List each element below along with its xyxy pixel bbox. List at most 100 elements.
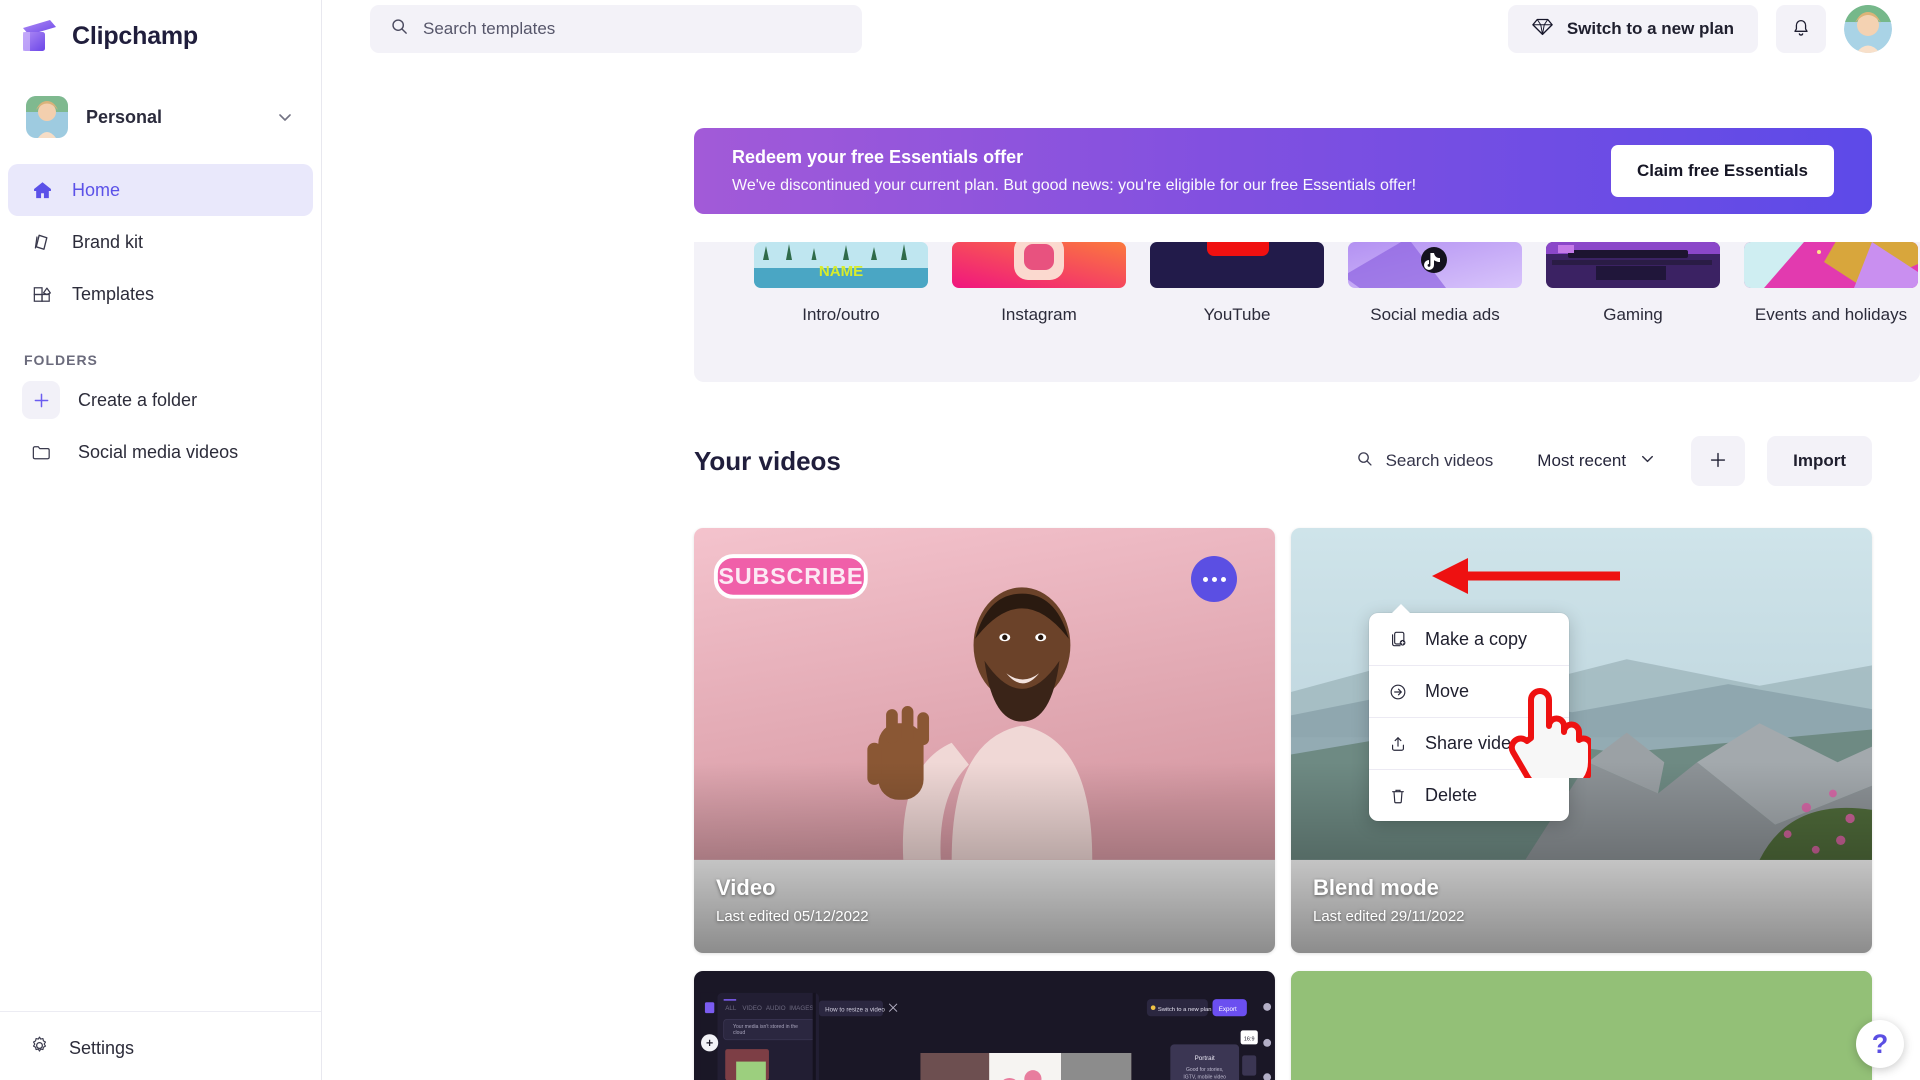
svg-text:How to resize a video: How to resize a video [825,1007,885,1014]
share-upload-icon [1387,733,1409,755]
template-thumb [952,242,1126,288]
template-category-events-and-holidays[interactable]: Events and holidays [1732,242,1920,325]
svg-text:Good for stories,: Good for stories, [1186,1067,1223,1073]
notifications-button[interactable] [1776,5,1826,53]
sidebar-item-brand-kit[interactable]: Brand kit [8,216,313,268]
folder-icon [22,433,60,471]
template-categories-row: NAME Intro/outro Instagram YouTube Socia… [694,242,1920,325]
move-arrow-icon [1387,681,1409,703]
topbar: Search templates Switch to a new plan [322,0,1920,58]
svg-text:Portrait: Portrait [1195,1055,1215,1062]
video-card[interactable] [1291,971,1872,1080]
search-templates-input[interactable]: Search templates [370,5,862,53]
your-videos-header: Your videos Search videos Most recent Im… [694,430,1872,492]
account-name: Personal [86,106,163,127]
svg-text:AUDIO: AUDIO [766,1005,786,1012]
more-options-button[interactable] [1191,556,1237,602]
template-label: Intro/outro [802,305,880,324]
dot [1202,576,1208,582]
trash-icon [1387,785,1409,807]
dot [1211,576,1217,582]
template-label: Social media ads [1370,305,1500,324]
sidebar-item-templates[interactable]: Templates [8,268,313,320]
chevron-down-icon [275,107,295,127]
video-card[interactable]: SUBSCRIBE Video Last edited 05/12/2022 [694,528,1275,953]
plus-icon [1707,449,1729,474]
svg-text:IMAGES: IMAGES [789,1005,813,1012]
add-video-button[interactable] [1691,436,1746,486]
search-icon [390,17,409,41]
diamond-icon [1532,16,1553,42]
account-avatar [26,96,68,138]
video-card-meta: Blend mode Last edited 29/11/2022 [1313,875,1465,925]
brand[interactable]: Clipchamp [0,0,321,58]
svg-text:Your media isn't stored in the: Your media isn't stored in the [733,1024,798,1030]
svg-text:IGTV, mobile video: IGTV, mobile video [1183,1075,1226,1080]
template-label: Events and holidays [1754,305,1908,324]
template-thumb [1348,242,1522,288]
search-icon [1356,450,1374,473]
user-avatar[interactable] [1844,5,1892,53]
essentials-banner: Redeem your free Essentials offer We've … [694,128,1872,214]
sidebar-item-label: Home [72,179,121,200]
template-label: YouTube [1203,305,1271,324]
video-card[interactable]: ALL VIDEO AUDIO IMAGES Your media isn't sto… [694,971,1275,1080]
video-last-edited: Last edited 05/12/2022 [716,908,869,925]
copy-icon [1387,628,1409,650]
templates-icon [30,282,54,306]
claim-free-essentials-button[interactable]: Claim free Essentials [1610,145,1834,197]
folders-heading: FOLDERS [24,352,98,368]
svg-text:ALL: ALL [725,1005,737,1012]
template-label: Instagram [1001,305,1077,324]
svg-text:Switch to a new plan: Switch to a new plan [1158,1007,1212,1013]
template-thumb [1744,242,1918,288]
sort-value: Most recent [1537,451,1627,470]
banner-subtitle: We've discontinued your current plan. Bu… [732,177,1417,194]
clipchamp-logo-icon [20,19,58,53]
context-menu-label: Delete [1425,785,1478,805]
banner-texts: Redeem your free Essentials offer We've … [732,147,1611,195]
search-videos-label: Search videos [1385,451,1494,470]
sidebar-item-label: Brand kit [72,231,144,252]
account-switcher[interactable]: Personal [18,90,303,144]
video-card-meta: Video Last edited 05/12/2022 [716,875,869,925]
template-category-intro-outro[interactable]: NAME Intro/outro [742,242,940,325]
svg-text:VIDEO: VIDEO [742,1005,762,1012]
sort-dropdown[interactable]: Most recent [1537,449,1657,473]
sidebar-footer: Settings [0,1011,321,1080]
your-videos-title: Your videos [694,445,841,476]
template-category-gaming[interactable]: Gaming [1534,242,1732,325]
video-last-edited: Last edited 29/11/2022 [1313,908,1465,925]
search-videos-input[interactable]: Search videos [1356,450,1494,473]
template-thumb: NAME [754,242,928,288]
svg-text:SUBSCRIBE: SUBSCRIBE [718,563,863,589]
template-category-youtube[interactable]: YouTube [1138,242,1336,325]
sidebar-folder-social-media-videos[interactable]: Social media videos [8,426,313,478]
help-button[interactable]: ? [1856,1020,1904,1068]
sidebar-item-home[interactable]: Home [8,164,313,216]
video-title: Blend mode [1313,875,1439,900]
sidebar-item-label: Templates [72,283,155,304]
template-thumb [1150,242,1324,288]
dot [1220,576,1226,582]
pointing-hand-cursor [1505,680,1594,795]
template-thumb [1546,242,1720,288]
sidebar-item-settings[interactable]: Settings [0,1026,321,1070]
template-category-instagram[interactable]: Instagram [940,242,1138,325]
home-icon [30,178,54,202]
videos-grid: SUBSCRIBE Video Last edited 05/12/2022 B… [694,528,1872,1080]
context-menu-label: Make a copy [1425,628,1528,649]
brand-name: Clipchamp [72,21,198,50]
svg-text:16:9: 16:9 [1244,1036,1255,1042]
context-menu-item-make-a-copy[interactable]: Make a copy [1369,613,1569,665]
context-menu-label: Move [1425,681,1470,701]
main-content: Search templates Switch to a new plan Re… [322,0,1920,1080]
switch-plan-button[interactable]: Switch to a new plan [1507,5,1758,53]
import-button[interactable]: Import [1767,436,1872,486]
template-category-social-media-ads[interactable]: Social media ads [1336,242,1534,325]
svg-text:Export: Export [1219,1006,1237,1013]
brand-kit-icon [30,230,54,254]
template-label: Gaming [1603,305,1663,324]
create-folder-button[interactable]: Create a folder [8,374,313,426]
settings-label: Settings [69,1037,135,1058]
